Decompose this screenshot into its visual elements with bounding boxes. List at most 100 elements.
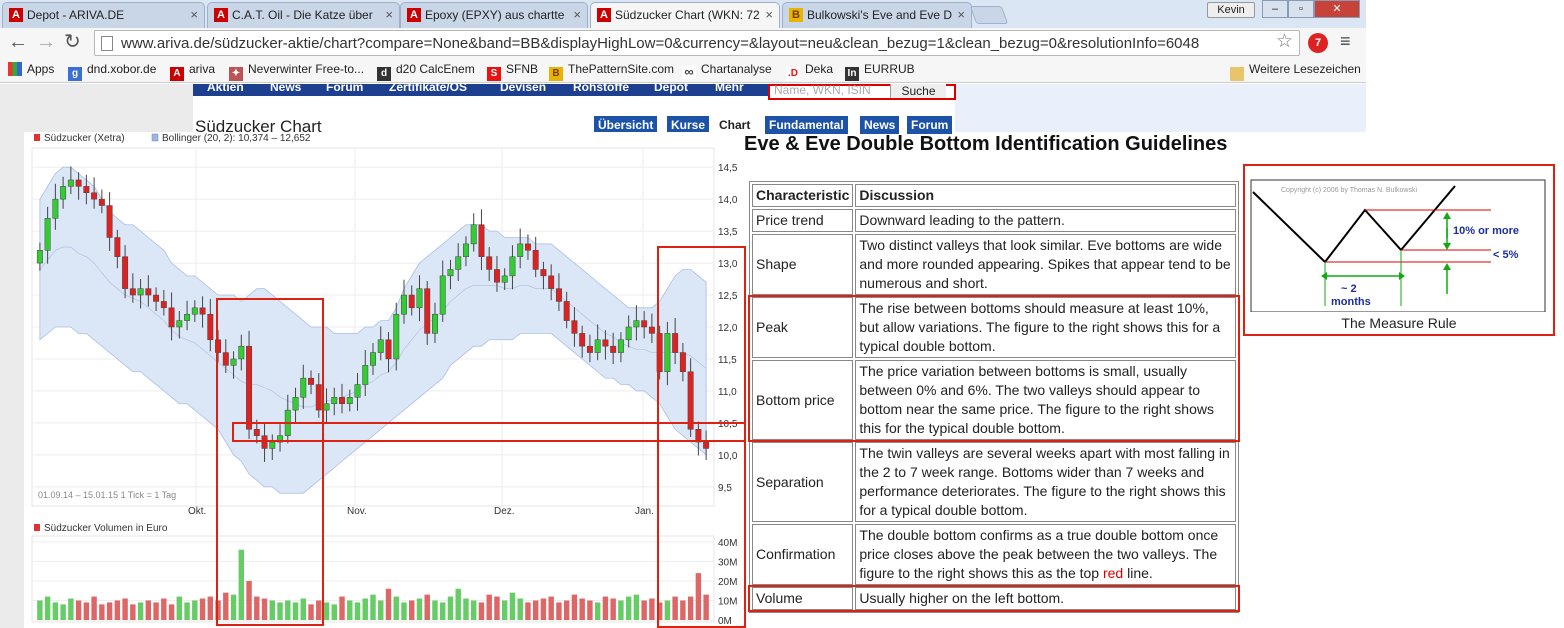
tab-suedzucker[interactable]: A Südzucker Chart (WKN: 72 × — [590, 2, 780, 29]
menu-icon[interactable]: ≡ — [1340, 31, 1351, 52]
candle-body — [106, 205, 113, 238]
tab-strip: A Depot - ARIVA.DE × A C.A.T. Oil - Die Kat… — [0, 0, 1366, 29]
new-tab-button[interactable] — [969, 6, 1009, 24]
nav-news[interactable]: News — [270, 84, 301, 94]
candle-body — [184, 313, 191, 321]
candle-body — [191, 307, 198, 315]
ariva-icon: A — [597, 8, 611, 22]
other-bookmarks[interactable]: . Weitere Lesezeichen — [1230, 62, 1361, 81]
bookmark-dnd[interactable]: g dnd.xobor.de — [68, 62, 156, 81]
volume-bar — [354, 602, 361, 620]
range-note: 01.09.14 – 15.01.15 1 Tick = 1 Tag — [38, 490, 176, 500]
nav-forum[interactable]: Forum — [326, 84, 363, 94]
search-button[interactable]: Suche — [890, 84, 946, 98]
nav-depot[interactable]: Depot — [654, 84, 688, 94]
close-icon[interactable]: × — [765, 7, 773, 22]
tab-cat-oil[interactable]: A C.A.T. Oil - Die Katze über × — [207, 2, 400, 28]
profile-button[interactable]: Kevin — [1207, 2, 1255, 18]
nav-mehr[interactable]: Mehr — [715, 84, 744, 94]
tab-bulkowski[interactable]: B Bulkowski's Eve and Eve D × — [782, 2, 972, 28]
volume-bar — [347, 600, 353, 620]
volume-bar — [471, 600, 477, 620]
bookmark-ariva[interactable]: Aariva — [170, 62, 215, 81]
candle-body — [633, 320, 640, 328]
volume-bar — [633, 594, 640, 620]
address-bar[interactable]: www.ariva.de/südzucker-aktie/chart?compa… — [94, 30, 1300, 56]
investing-icon: In — [845, 67, 859, 81]
close-icon[interactable]: × — [385, 7, 393, 22]
forward-icon[interactable]: → — [36, 31, 56, 53]
star-icon[interactable]: ☆ — [1276, 30, 1293, 53]
volume-bar — [370, 594, 376, 620]
date-tick-label: Dez. — [494, 506, 515, 517]
candle-body — [36, 250, 43, 264]
close-window-icon[interactable]: ✕ — [1314, 0, 1360, 18]
tab-epoxy[interactable]: A Epoxy (EPXY) aus chartte × — [400, 2, 588, 28]
ariva-icon: A — [214, 8, 228, 22]
price-tick-label: 14,5 — [718, 163, 738, 174]
candle-body — [207, 313, 214, 341]
d20-icon: d — [377, 67, 391, 81]
bookmark-patternsite[interactable]: B ThePatternSite.com — [549, 62, 674, 81]
candle-body — [145, 288, 152, 296]
bookmark-eurrub[interactable]: In EURRUB — [845, 62, 915, 81]
volume-bar — [114, 600, 121, 620]
candle-body — [463, 243, 469, 257]
maximize-icon[interactable]: ▫ — [1288, 0, 1314, 18]
volume-bar — [594, 602, 601, 620]
search-input[interactable]: Name, WKN, ISIN — [774, 83, 871, 97]
candle-body — [571, 320, 578, 334]
reload-icon[interactable]: ↻ — [64, 31, 81, 53]
tab-fundamental[interactable]: Fundamental — [765, 116, 848, 134]
volume-bar — [68, 598, 74, 620]
nav-devisen[interactable]: Devisen — [500, 84, 546, 94]
candle-body — [408, 294, 415, 309]
figure-copyright: Copyright (c) 2006 by Thomas N. Bulkowsk… — [1281, 187, 1417, 194]
nav-zertifikate[interactable]: Zertifikate/OS — [389, 84, 467, 94]
candle-body — [346, 397, 353, 404]
candle-body — [370, 352, 376, 366]
chain-icon: ∞ — [682, 65, 696, 79]
candle-body — [447, 269, 454, 277]
nav-aktien[interactable]: Aktien — [207, 84, 244, 94]
table-row: Separation The twin valleys are several w… — [752, 442, 1236, 522]
volume-bar — [486, 594, 492, 620]
candle-body — [52, 198, 59, 219]
nav-rohstoffe[interactable]: Rohstoffe — [573, 84, 629, 94]
candle-body — [555, 288, 562, 302]
volume-bar — [207, 596, 214, 620]
candle-body — [401, 294, 407, 315]
volume-bar — [641, 600, 647, 620]
bookmark-d20[interactable]: d d20 CalcEnem — [377, 62, 475, 81]
volume-bar — [362, 598, 368, 620]
legend-price: Südzucker (Xetra) — [44, 133, 125, 144]
volume-bar — [176, 596, 183, 620]
bookmark-chartanalyse[interactable]: ∞ Chartanalyse — [682, 62, 772, 79]
highlight-peak-bottom — [748, 295, 1240, 442]
volume-bar — [145, 600, 152, 620]
tab-forum[interactable]: Forum — [907, 116, 953, 134]
bookmark-neverwinter[interactable]: ✦ Neverwinter Free-to... — [229, 62, 364, 81]
row-discussion: Downward leading to the pattern. — [855, 209, 1236, 232]
volume-bar — [540, 598, 547, 620]
back-icon[interactable]: ← — [8, 31, 28, 53]
bookmark-apps[interactable]: Apps — [8, 62, 54, 76]
tab-depot[interactable]: A Depot - ARIVA.DE × — [2, 2, 205, 28]
volume-bar — [199, 598, 206, 620]
close-icon[interactable]: × — [573, 7, 581, 22]
close-icon[interactable]: × — [957, 7, 965, 22]
volume-bar — [106, 602, 113, 620]
minimize-icon[interactable]: – — [1262, 0, 1288, 18]
extension-icon[interactable]: 7 — [1308, 33, 1328, 53]
stock-chart[interactable]: Südzucker (Xetra) Bollinger (20, 2): 10,… — [24, 132, 746, 628]
tab-news[interactable]: News — [860, 116, 900, 134]
legend-bollinger: Bollinger (20, 2): 10,374 – 12,652 — [162, 133, 311, 144]
close-icon[interactable]: × — [190, 7, 198, 22]
volume-bar — [424, 594, 430, 620]
bookmark-sfnb[interactable]: S SFNB — [487, 62, 538, 81]
volume-bar — [192, 600, 198, 620]
volume-bar — [440, 602, 446, 620]
legend-swatch-volume — [34, 524, 40, 531]
table-row: Price trend Downward leading to the patte… — [752, 209, 1236, 232]
bookmark-deka[interactable]: .D Deka — [786, 62, 833, 81]
